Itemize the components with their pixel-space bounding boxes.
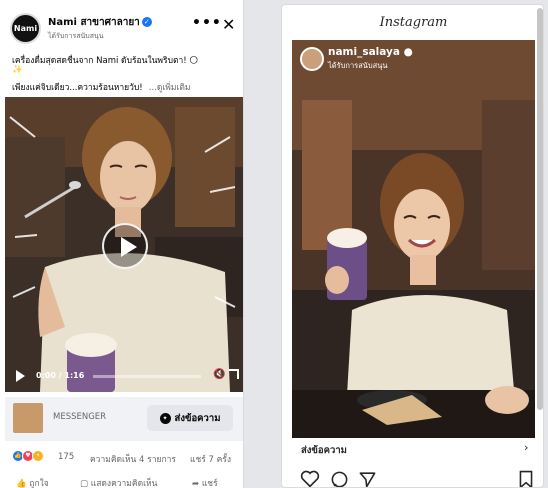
send-message-label: ส่งข้อความ <box>174 412 221 424</box>
post-header: Nami Nami สาขาศาลายา ✓ ได้รับการสนับสนุน … <box>0 0 243 50</box>
instagram-send-message-label: ส่งข้อความ <box>301 445 347 456</box>
cta-thumbnail <box>13 403 43 433</box>
comment-count[interactable]: ความคิดเห็น 4 รายการ <box>90 452 176 466</box>
send-message-button[interactable]: ✦ ส่งข้อความ <box>147 405 233 431</box>
video-progress-bar[interactable] <box>93 375 201 378</box>
ad-preview-stage: Nami Nami สาขาศาลายา ✓ ได้รับการสนับสนุน … <box>0 0 548 488</box>
reaction-icons[interactable]: 👍 ♥ • <box>12 450 44 462</box>
instagram-photo <box>292 40 535 438</box>
post-text-snippet: เพียงแค่จิบเดียว...ความร้อนหายวับ! <box>12 83 143 93</box>
instagram-logo: Instagram <box>379 15 448 30</box>
play-button[interactable] <box>102 223 148 269</box>
comment-button[interactable]: ▢ แสดงความคิดเห็น <box>80 476 157 488</box>
comment-icon: ▢ <box>80 479 89 488</box>
instagram-send-message-bar[interactable]: ส่งข้อความ › <box>292 438 535 460</box>
wow-reaction-icon: • <box>32 450 44 462</box>
share-count[interactable]: แชร์ 7 ครั้ง <box>190 452 231 466</box>
fullscreen-icon[interactable] <box>229 369 239 379</box>
reaction-count[interactable]: 175 <box>58 452 74 462</box>
video-time: 0:00 / 1:16 <box>36 371 85 380</box>
instagram-action-icons <box>292 467 535 488</box>
bookmark-icon[interactable] <box>518 470 534 488</box>
post-text-line: เครื่องดื่มสุดสดชื่นจาก Nami ดับร้อนในพร… <box>12 56 199 66</box>
facebook-ad-card: Nami Nami สาขาศาลายา ✓ ได้รับการสนับสนุน … <box>0 0 244 488</box>
post-text-line: เพียงแค่จิบเดียว...ความร้อนหายวับ! ...ดูเ… <box>12 80 190 94</box>
scrollbar[interactable] <box>537 8 543 410</box>
close-icon[interactable]: ✕ <box>222 15 235 34</box>
direct-share-icon[interactable] <box>358 470 377 488</box>
post-actions: 👍 ถูกใจ ▢ แสดงความคิดเห็น ➦ แชร์ <box>0 474 243 488</box>
video-player[interactable]: 0:00 / 1:16 🔇 <box>5 97 243 392</box>
cta-label: MESSENGER <box>53 412 107 422</box>
share-icon: ➦ <box>192 479 200 488</box>
page-avatar[interactable]: Nami <box>10 13 41 44</box>
call-to-action-bar: MESSENGER ✦ ส่งข้อความ <box>5 397 243 441</box>
verified-badge-icon: ✓ <box>141 17 152 27</box>
messenger-icon: ✦ <box>159 412 171 424</box>
post-text-line: ✨ <box>12 65 23 75</box>
chevron-right-icon: › <box>524 441 529 454</box>
like-button[interactable]: 👍 ถูกใจ <box>16 476 49 488</box>
instagram-media[interactable]: nami_salaya ● ได้รับการสนับสนุน <box>292 40 535 438</box>
verified-icon: ● <box>403 46 413 58</box>
see-more-link[interactable]: ...ดูเพิ่มเติม <box>149 83 191 93</box>
instagram-sponsored-label: ได้รับการสนับสนุน <box>328 61 388 70</box>
comment-bubble-icon[interactable] <box>330 470 349 488</box>
share-label: แชร์ <box>201 479 218 488</box>
instagram-avatar[interactable] <box>300 47 324 71</box>
play-control-icon[interactable] <box>16 370 25 382</box>
instagram-username[interactable]: nami_salaya ● <box>328 46 413 58</box>
share-button[interactable]: ➦ แชร์ <box>192 476 218 488</box>
instagram-username-text[interactable]: nami_salaya <box>328 46 400 58</box>
comment-label: แสดงความคิดเห็น <box>90 479 158 488</box>
page-name-text[interactable]: Nami สาขาศาลายา <box>48 17 140 28</box>
like-label: ถูกใจ <box>29 479 49 488</box>
like-icon: 👍 <box>16 479 27 488</box>
heart-icon[interactable] <box>300 470 320 488</box>
instagram-ad-card: Instagram nami_salaya ● ได้รับการสนับสนุ… <box>281 4 544 488</box>
page-name[interactable]: Nami สาขาศาลายา ✓ <box>48 15 152 30</box>
volume-icon[interactable]: 🔇 <box>213 369 225 380</box>
more-options-icon[interactable]: ••• <box>192 15 222 31</box>
sponsored-label: ได้รับการสนับสนุน <box>48 32 104 40</box>
